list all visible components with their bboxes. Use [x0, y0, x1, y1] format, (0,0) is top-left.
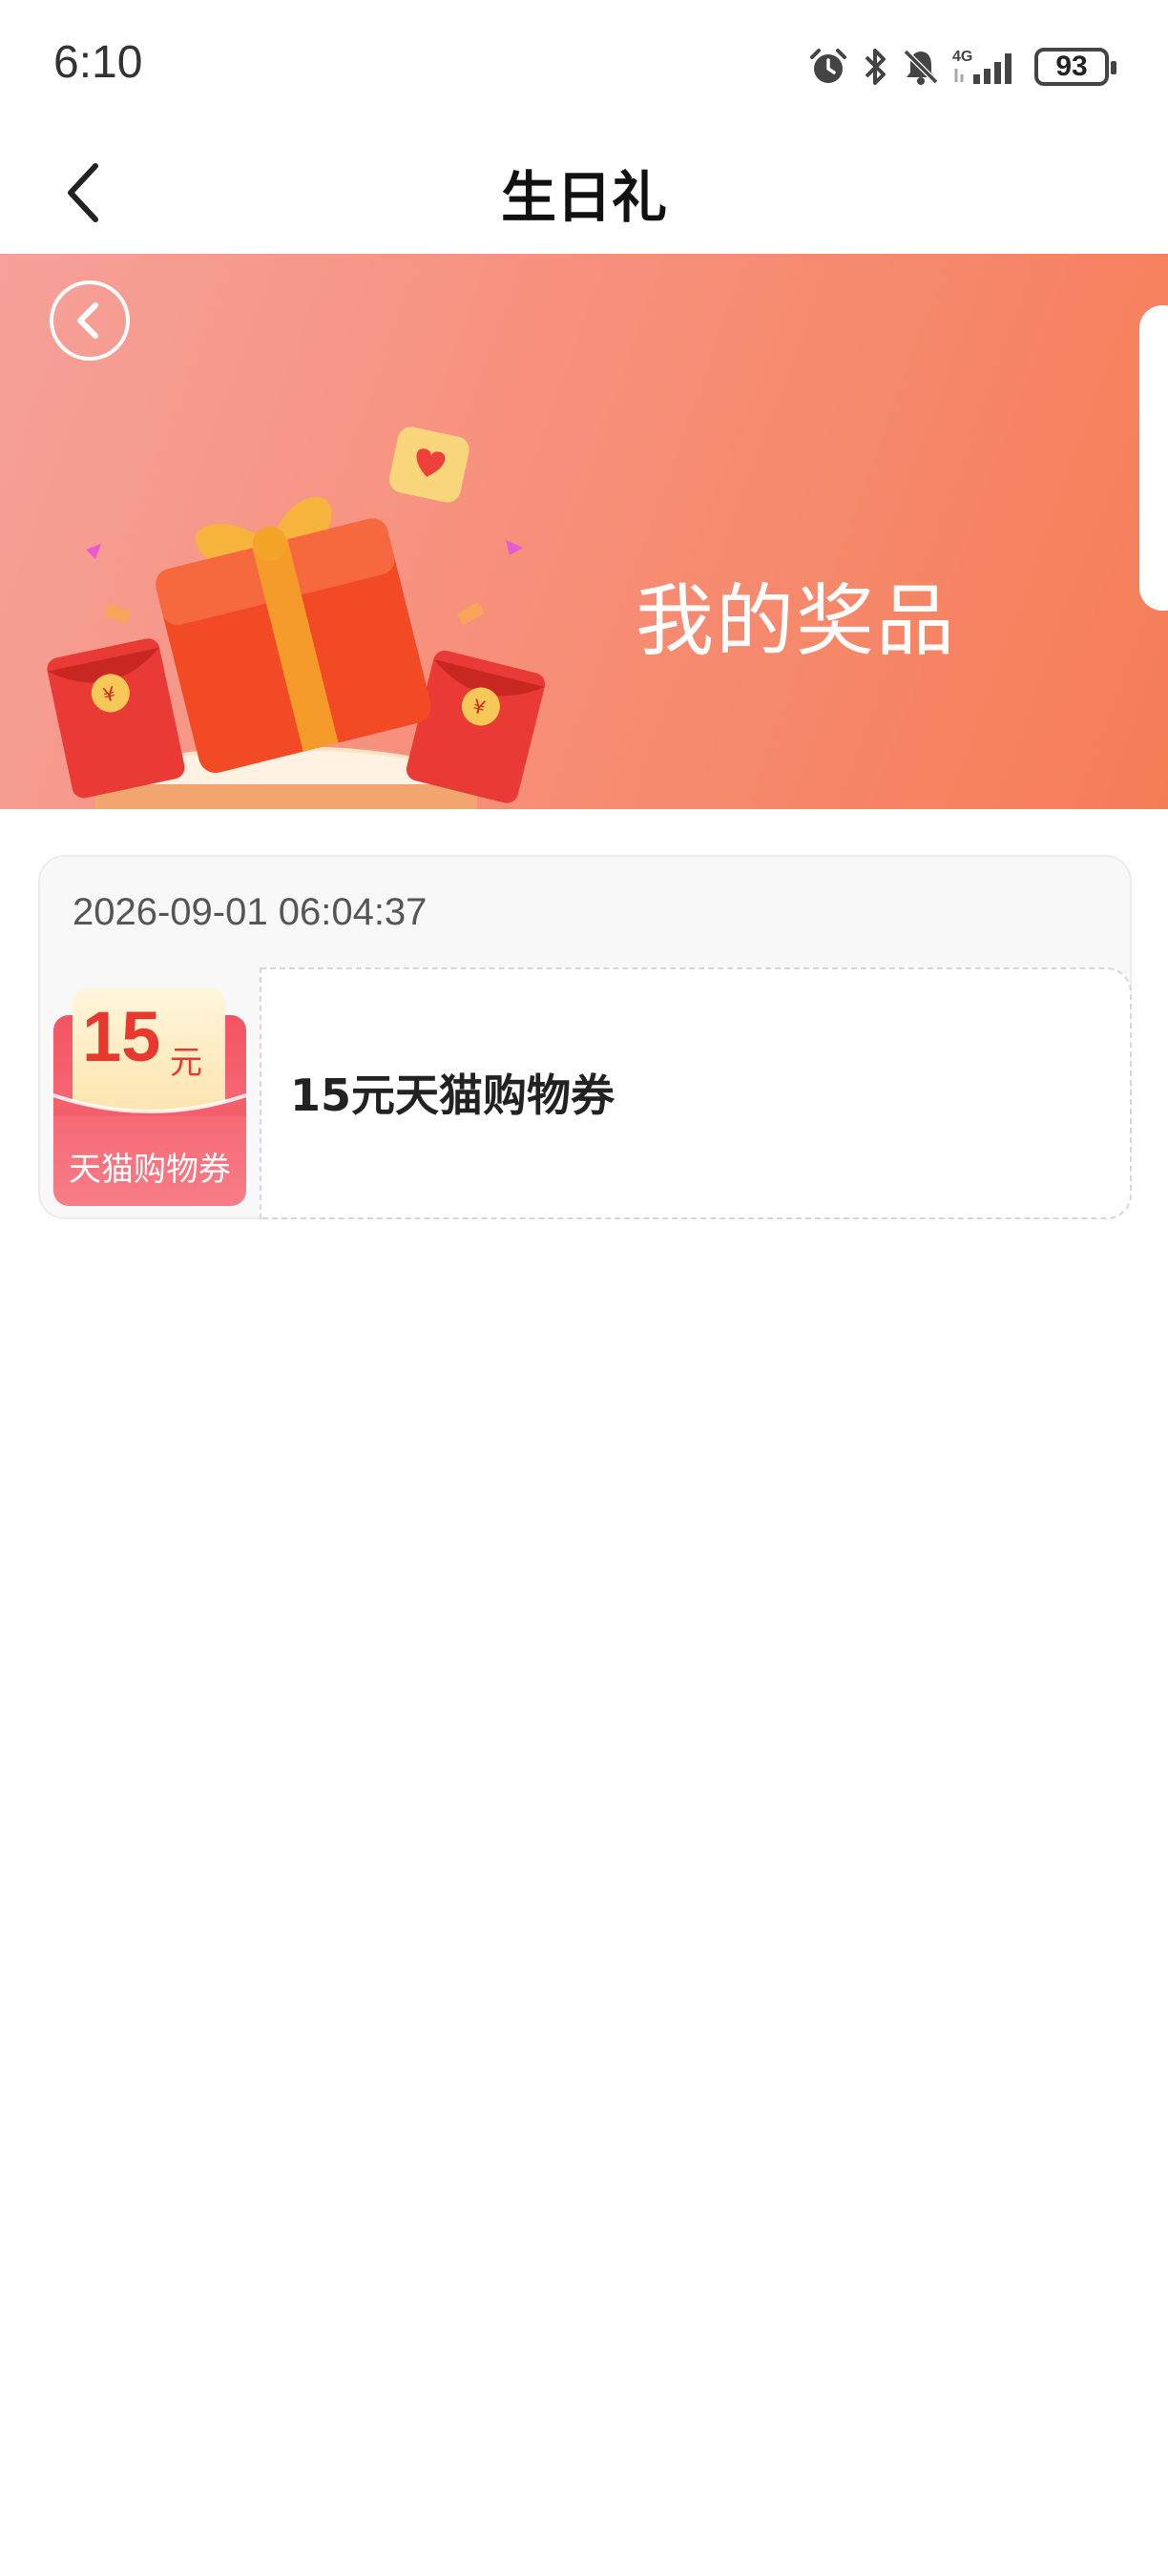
coupon-label: 天猫购物券 — [69, 1151, 231, 1189]
network-label: 4G — [952, 49, 972, 65]
prize-timestamp: 2026-09-01 06:04:37 — [73, 891, 428, 933]
prize-card[interactable]: 2026-09-01 06:04:37 15 元 天猫购物券 15元天猫购物券 — [38, 855, 1132, 1219]
signal-icon: 4G — [952, 46, 1023, 88]
coupon-unit: 元 — [170, 1044, 202, 1082]
gift-box-illustration: ¥ ¥ — [47, 426, 546, 809]
status-time: 6:10 — [53, 37, 143, 88]
bell-muted-icon — [901, 46, 941, 88]
battery-level: 93 — [1055, 51, 1088, 82]
alarm-icon — [807, 46, 849, 88]
side-tab[interactable] — [1139, 305, 1168, 611]
coupon-amount: 15 — [82, 997, 161, 1076]
app-header: 生日礼 — [0, 134, 1168, 254]
page-title: 生日礼 — [500, 165, 667, 230]
circle-back-icon[interactable] — [50, 280, 130, 361]
status-icons: 4G 93 — [807, 42, 1116, 92]
coupon-thumbnail: 15 元 天猫购物券 — [53, 988, 246, 1206]
banner-title: 我的奖品 — [636, 576, 957, 667]
bluetooth-icon — [861, 46, 889, 88]
prize-banner: ¥ ¥ 我的奖品 — [0, 254, 1168, 809]
coupon-wave — [53, 1093, 246, 1116]
prize-info: 15元天猫购物券 — [260, 967, 1132, 1219]
battery-icon: 93 — [1034, 48, 1116, 86]
prize-name: 15元天猫购物券 — [290, 1070, 615, 1121]
status-bar: 6:10 4G 93 — [0, 0, 1168, 134]
